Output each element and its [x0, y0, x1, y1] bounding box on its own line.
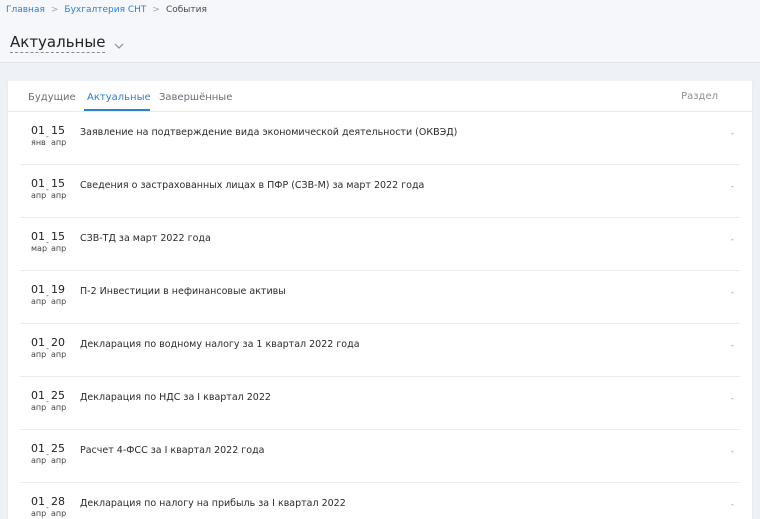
event-title: Декларация по НДС за I квартал 2022: [80, 392, 271, 403]
event-day-from: 01: [31, 495, 45, 508]
event-month-from: мар: [31, 244, 48, 253]
event-row[interactable]: 01 - 28 апр апр Декларация по налогу на …: [20, 483, 740, 519]
event-month-to: апр: [51, 350, 67, 359]
event-date-range: 01 - 28 апр апр: [31, 495, 73, 519]
page: Главная > Бухгалтерия СНТ > События Актуальн…: [0, 0, 760, 519]
event-month-to: апр: [51, 191, 67, 200]
tab-future[interactable]: Будущие: [28, 91, 76, 104]
event-row[interactable]: 01 - 25 апр апр Декларация по НДС за I к…: [20, 377, 740, 430]
breadcrumb-current: События: [165, 5, 207, 15]
event-month-to: апр: [51, 509, 67, 518]
events-card: Будущие Актуальные Завершённые Раздел 01…: [8, 81, 752, 519]
event-row[interactable]: 01 - 19 апр апр П-2 Инвестиции в нефинан…: [20, 271, 740, 324]
event-title: Заявление на подтверждение вида экономич…: [80, 127, 458, 138]
event-month-from: апр: [31, 456, 47, 465]
event-day-from: 01: [31, 336, 45, 349]
event-row[interactable]: 01 - 15 мар апр СЗВ-ТД за март 2022 года…: [20, 218, 740, 271]
event-day-to: 25: [51, 442, 65, 455]
event-day-to: 15: [51, 230, 65, 243]
event-date-range: 01 - 25 апр апр: [31, 442, 73, 470]
event-day-to: 20: [51, 336, 65, 349]
event-title: Расчет 4-ФСС за I квартал 2022 года: [80, 445, 265, 456]
event-section: -: [730, 288, 734, 298]
event-row[interactable]: 01 - 25 апр апр Расчет 4-ФСС за I кварта…: [20, 430, 740, 483]
event-month-from: янв: [31, 138, 46, 147]
tabs: Будущие Актуальные Завершённые Раздел: [8, 81, 752, 111]
event-month-from: апр: [31, 350, 47, 359]
event-month-to: апр: [51, 297, 67, 306]
event-day-from: 01: [31, 389, 45, 402]
event-day-from: 01: [31, 230, 45, 243]
event-section: -: [730, 182, 734, 192]
event-day-from: 01: [31, 124, 45, 137]
event-title: П-2 Инвестиции в нефинансовые активы: [80, 286, 286, 297]
event-row[interactable]: 01 - 15 апр апр Сведения о застрахованны…: [20, 165, 740, 218]
event-section: -: [730, 394, 734, 404]
event-day-from: 01: [31, 177, 45, 190]
event-month-to: апр: [51, 138, 67, 147]
event-day-from: 01: [31, 283, 45, 296]
event-section: -: [730, 341, 734, 351]
date-dash: -: [46, 291, 49, 300]
date-dash: -: [46, 185, 49, 194]
event-month-from: апр: [31, 297, 47, 306]
date-dash: -: [46, 397, 49, 406]
event-day-from: 01: [31, 442, 45, 455]
date-dash: -: [46, 450, 49, 459]
event-day-to: 15: [51, 124, 65, 137]
event-date-range: 01 - 25 апр апр: [31, 389, 73, 417]
event-date-range: 01 - 19 апр апр: [31, 283, 73, 311]
event-date-range: 01 - 20 апр апр: [31, 336, 73, 364]
chevron-down-icon: [114, 34, 124, 53]
event-date-range: 01 - 15 мар апр: [31, 230, 73, 258]
breadcrumb-separator: >: [152, 5, 160, 15]
event-month-to: апр: [51, 244, 67, 253]
breadcrumb: Главная > Бухгалтерия СНТ > События: [6, 4, 207, 16]
event-section: -: [730, 129, 734, 139]
tab-completed[interactable]: Завершённые: [159, 91, 232, 104]
tab-current[interactable]: Актуальные: [87, 91, 151, 104]
event-date-range: 01 - 15 апр апр: [31, 177, 73, 205]
event-title: Декларация по водному налогу за 1 кварта…: [80, 339, 360, 350]
event-day-to: 25: [51, 389, 65, 402]
event-month-to: апр: [51, 456, 67, 465]
event-date-range: 01 - 15 янв апр: [31, 124, 73, 152]
event-row[interactable]: 01 - 20 апр апр Декларация по водному на…: [20, 324, 740, 377]
event-day-to: 19: [51, 283, 65, 296]
event-list: 01 - 15 янв апр Заявление на подтвержден…: [8, 112, 752, 519]
breadcrumb-home-link[interactable]: Главная: [6, 5, 45, 15]
date-dash: -: [46, 344, 49, 353]
event-month-from: апр: [31, 509, 47, 518]
event-section: -: [730, 500, 734, 510]
date-dash: -: [46, 503, 49, 512]
event-month-to: апр: [51, 403, 67, 412]
event-title: СЗВ-ТД за март 2022 года: [80, 233, 211, 244]
section-column-header: Раздел: [681, 91, 718, 102]
header: Главная > Бухгалтерия СНТ > События Актуальн…: [0, 0, 760, 63]
breadcrumb-accounting-link[interactable]: Бухгалтерия СНТ: [64, 5, 146, 15]
event-day-to: 28: [51, 495, 65, 508]
event-title: Сведения о застрахованных лицах в ПФР (С…: [80, 180, 425, 191]
page-title-dropdown[interactable]: Актуальные: [10, 31, 124, 53]
event-row[interactable]: 01 - 15 янв апр Заявление на подтвержден…: [20, 112, 740, 165]
event-day-to: 15: [51, 177, 65, 190]
event-month-from: апр: [31, 191, 47, 200]
page-title: Актуальные: [10, 32, 106, 53]
breadcrumb-separator: >: [50, 5, 59, 15]
event-section: -: [730, 235, 734, 245]
event-month-from: апр: [31, 403, 47, 412]
event-title: Декларация по налогу на прибыль за I ква…: [80, 498, 346, 509]
date-dash: -: [46, 132, 49, 141]
event-section: -: [730, 447, 734, 457]
